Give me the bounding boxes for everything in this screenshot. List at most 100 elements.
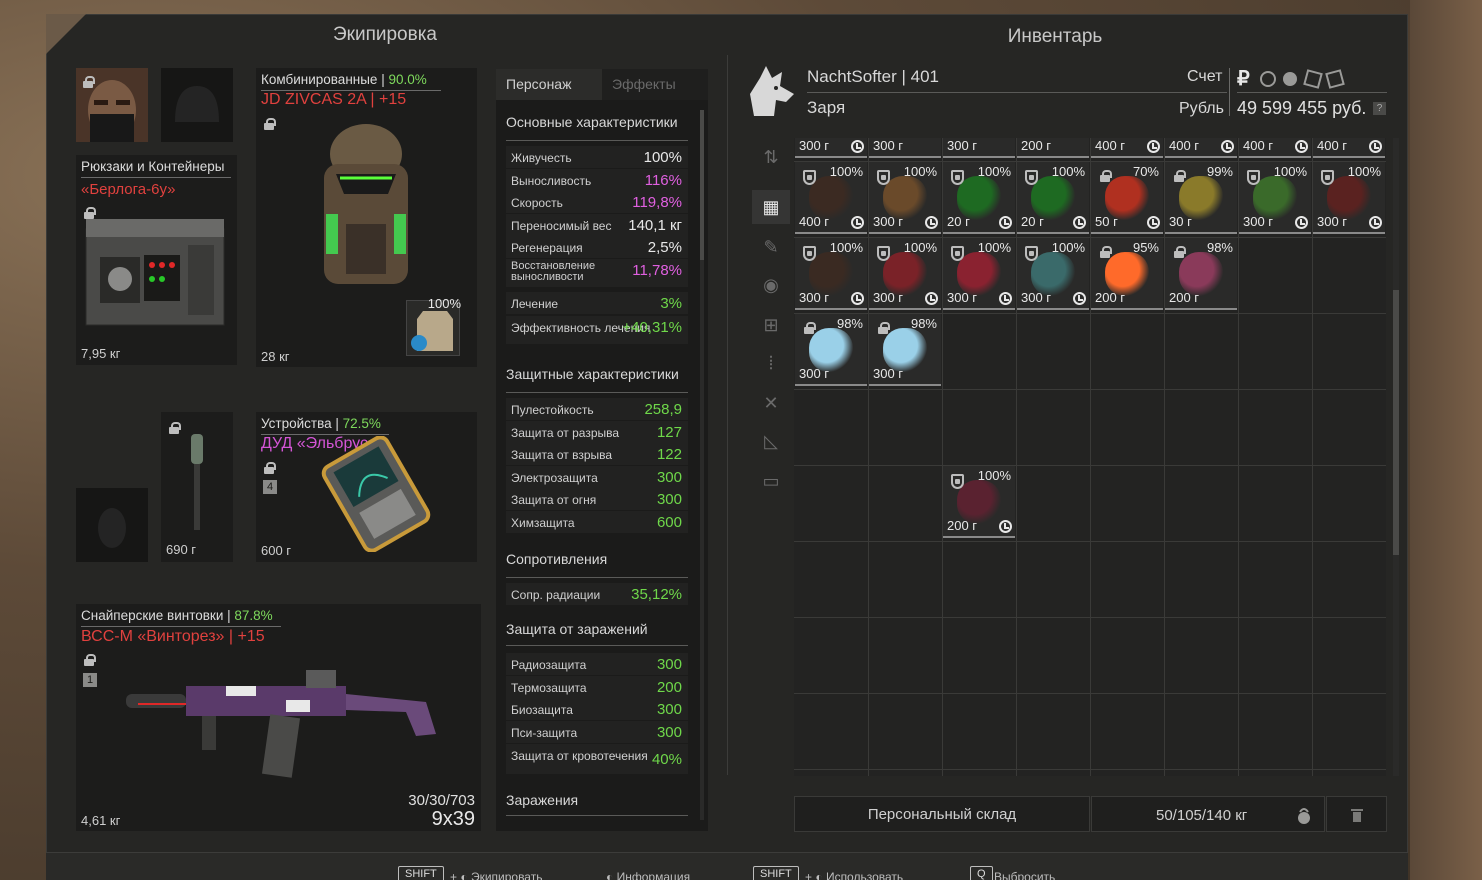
inventory-item[interactable]: 300 г: [943, 138, 1015, 158]
inventory-item[interactable]: 100% 200 г: [943, 466, 1015, 538]
inventory-item[interactable]: 300 г: [795, 138, 867, 158]
grenade-slot[interactable]: 690 г: [161, 412, 233, 562]
inventory-item[interactable]: 200 г: [1017, 138, 1089, 158]
stat-value: 300: [656, 701, 682, 718]
kettlebell-icon: [1298, 808, 1310, 824]
ammo-filter-icon[interactable]: ⦙: [752, 346, 790, 380]
misc-filter-icon[interactable]: ▭: [752, 464, 790, 498]
trash-button[interactable]: [1326, 796, 1387, 832]
equipment-title: Экипировка: [332, 24, 437, 45]
grenade-icon: [191, 434, 203, 530]
tab-character[interactable]: Персонаж: [496, 69, 602, 100]
inventory-item[interactable]: 100% 300 г: [795, 238, 867, 310]
account-label: Счет: [1187, 68, 1223, 85]
lock-icon: [84, 654, 96, 666]
inventory-item[interactable]: 95% 200 г: [1091, 238, 1163, 310]
shield-icon: [1025, 246, 1038, 261]
inventory-item[interactable]: 400 г: [1239, 138, 1311, 158]
inventory-scroll-thumb[interactable]: [1393, 290, 1399, 555]
stat-row: Пулестойкость 258,9: [506, 398, 688, 420]
clock-icon: [925, 216, 938, 229]
inventory-item[interactable]: 98% 300 г: [869, 314, 941, 386]
inventory-item[interactable]: 100% 300 г: [1017, 238, 1089, 310]
divider: [506, 392, 688, 393]
item-weight: 400 г: [1095, 138, 1126, 153]
window-corner: [46, 14, 86, 54]
inventory-item[interactable]: 100% 300 г: [869, 162, 941, 234]
face-slot[interactable]: [76, 68, 148, 142]
weapon-ammo: 30/30/703: [408, 792, 475, 809]
lock-icon: [83, 76, 95, 88]
item-durability: 70%: [1132, 164, 1159, 179]
inventory-item[interactable]: 400 г: [1165, 138, 1237, 158]
divider: [1237, 92, 1387, 93]
backpack-slot[interactable]: Рюкзаки и Контейнеры «Берлога-6у» 7,95 к…: [76, 155, 237, 365]
stat-label: Защита от огня: [511, 493, 597, 508]
help-button[interactable]: ?: [1373, 102, 1386, 115]
item-weight: 300 г: [947, 138, 978, 153]
tools-filter-icon[interactable]: ✕: [752, 386, 790, 420]
inventory-item[interactable]: 100% 400 г: [795, 162, 867, 234]
personal-storage-button[interactable]: Персональный склад: [794, 796, 1090, 832]
item-durability: 100%: [1051, 240, 1085, 255]
weapon-filter-icon[interactable]: ✎: [752, 230, 790, 264]
device-slot[interactable]: Устройства | 72.5% ДУД «Эльбрус» 4 600 г: [256, 412, 477, 562]
grid-all-icon[interactable]: ▦: [752, 190, 790, 224]
backpack-category: Рюкзаки и Контейнеры: [81, 159, 225, 174]
grid-line: [794, 541, 1386, 542]
stat-row: Выносливость 116%: [506, 169, 688, 191]
item-weight: 200 г: [947, 518, 978, 533]
inventory-item[interactable]: 100% 300 г: [943, 238, 1015, 310]
medkit-filter-icon[interactable]: ⊞: [752, 308, 790, 342]
artifact-slot[interactable]: [76, 488, 148, 562]
armor-plate-slot[interactable]: 100%: [406, 296, 461, 356]
shield-icon: [877, 246, 890, 261]
sort-icon[interactable]: ⇅: [752, 140, 790, 174]
inventory-item[interactable]: 400 г: [1313, 138, 1385, 158]
inventory-item[interactable]: 100% 300 г: [869, 238, 941, 310]
item-weight: 400 г: [1169, 138, 1200, 153]
item-durability: 95%: [1132, 240, 1159, 255]
blueprint-filter-icon[interactable]: ◺: [752, 424, 790, 458]
weapon-slot[interactable]: Снайперские винтовки | 87.8% ВСС-М «Винт…: [76, 604, 481, 831]
inventory-item[interactable]: 300 г: [869, 138, 941, 158]
lock-icon: [264, 118, 276, 130]
inventory-item[interactable]: 70% 50 г: [1091, 162, 1163, 234]
clock-icon: [1295, 140, 1308, 153]
helmet-slot[interactable]: [161, 68, 233, 142]
stat-value: 300: [656, 656, 682, 673]
inventory-item[interactable]: 100% 20 г: [1017, 162, 1089, 234]
stat-value: 300: [656, 468, 682, 486]
hint-equip: + ◐ Экипировать: [450, 870, 543, 880]
inventory-item[interactable]: 100% 300 г: [1313, 162, 1385, 234]
inventory-item[interactable]: 400 г: [1091, 138, 1163, 158]
inventory-grid: 300 г 300 г 300 г 200 г 400 г 400 г 400 г 400 г…: [794, 138, 1386, 776]
item-weight: 200 г: [1021, 138, 1052, 153]
stat-row: Переносимый вес 140,1 кг: [506, 214, 688, 236]
tab-effects[interactable]: Эффекты: [602, 69, 708, 100]
currency-label: Рубль: [1179, 100, 1224, 117]
currency-icons: [1260, 69, 1345, 89]
armor-weight: 28 кг: [261, 349, 290, 364]
stat-label: Сопр. радиации: [511, 588, 601, 602]
inventory-item[interactable]: 98% 300 г: [795, 314, 867, 386]
inventory-item[interactable]: 100% 300 г: [1239, 162, 1311, 234]
artifact-filter-icon[interactable]: ◉: [752, 268, 790, 302]
inventory-item[interactable]: 99% 30 г: [1165, 162, 1237, 234]
shield-icon: [803, 246, 816, 261]
item-durability: 100%: [1273, 164, 1307, 179]
inventory-item[interactable]: 100% 20 г: [943, 162, 1015, 234]
stat-label: Биозащита: [511, 703, 573, 717]
item-weight: 20 г: [947, 214, 970, 229]
shield-icon: [1025, 170, 1038, 185]
stat-value: 140,1 кг: [628, 217, 682, 234]
stat-row: Эффективность лечения +40,31%: [506, 316, 688, 344]
shield-icon: [951, 246, 964, 261]
stat-label: Лечение: [511, 297, 559, 311]
grid-line: [794, 465, 1386, 466]
stats-scroll-thumb[interactable]: [700, 110, 704, 260]
armor-name: JD ZIVCAS 2A | +15: [261, 91, 407, 108]
armor-slot[interactable]: Комбинированные | 90.0% JD ZIVCAS 2A | +…: [256, 68, 477, 367]
inventory-item[interactable]: 98% 200 г: [1165, 238, 1237, 310]
clock-icon: [925, 292, 938, 305]
